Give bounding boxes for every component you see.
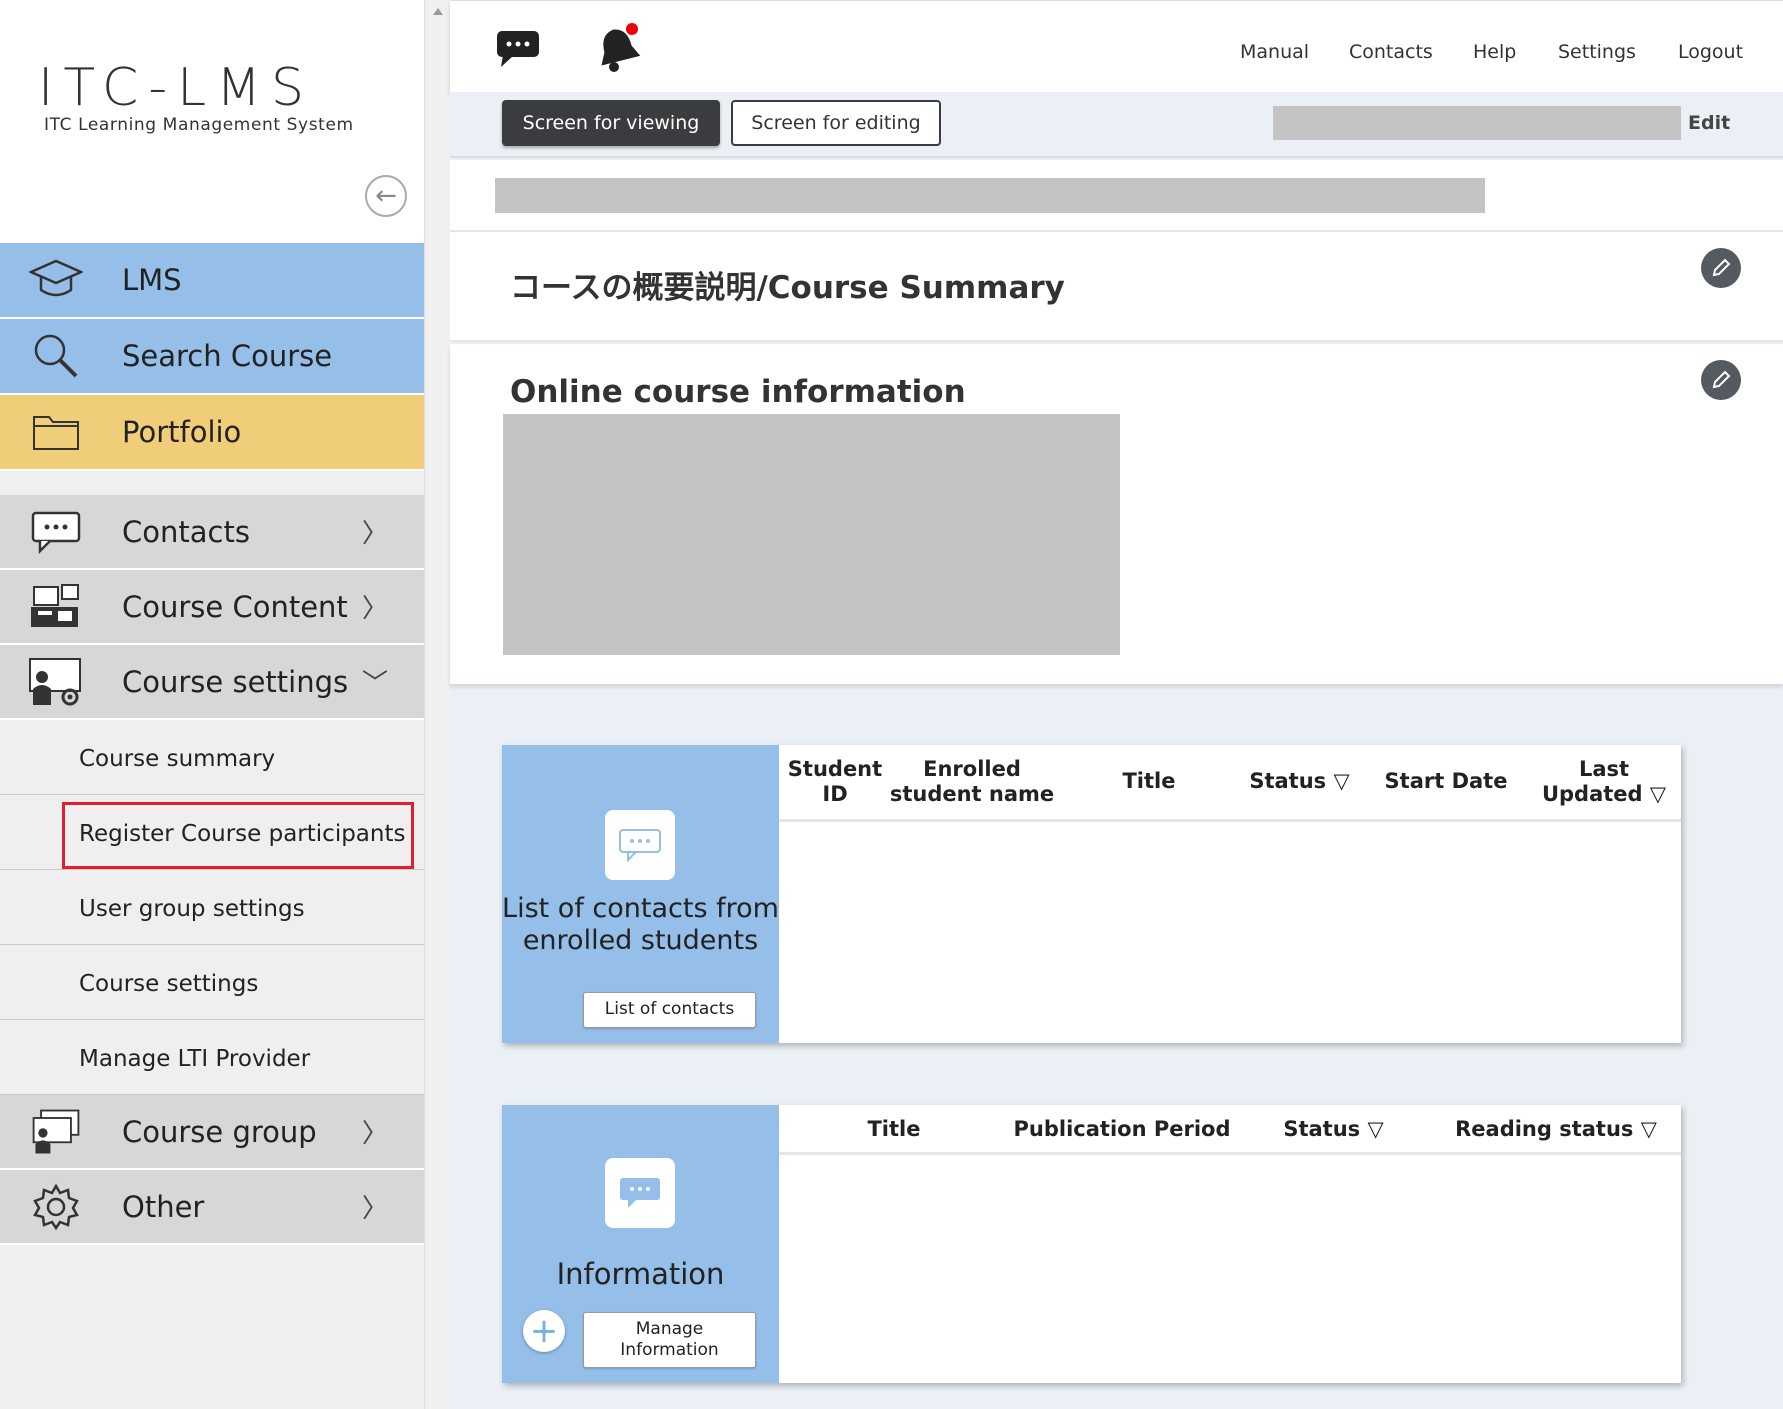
column-header[interactable]: Enrolled student name (887, 757, 1057, 807)
submenu-manage-lti-provider[interactable]: Manage LTI Provider (0, 1020, 424, 1095)
column-header[interactable]: Status ▽ (1237, 769, 1362, 794)
plus-icon: + (529, 1311, 559, 1351)
chat-icon (605, 810, 675, 880)
contacts-card-title: List of contacts from enrolled students (502, 893, 779, 957)
sidebar-item-label: LMS (122, 263, 182, 297)
edit-link[interactable]: Edit (1688, 112, 1730, 134)
screen-for-editing-button[interactable]: Screen for editing (731, 100, 941, 146)
add-information-button[interactable]: + (523, 1310, 565, 1352)
magnifier-icon (28, 331, 84, 381)
mode-bar: Screen for viewing Screen for editing Ed… (450, 92, 1783, 158)
message-icon[interactable] (495, 29, 541, 73)
logo-area: ITC-LMS ITC Learning Management System ← (0, 0, 424, 243)
column-header[interactable]: Student ID (785, 757, 885, 807)
top-link-contacts[interactable]: Contacts (1349, 41, 1433, 63)
chevron-right-icon: 〉 (361, 1119, 388, 1149)
redacted-course-info (1273, 106, 1681, 140)
redacted-course-title (495, 178, 1485, 213)
online-info-heading: Online course information (510, 374, 966, 410)
manage-information-button[interactable]: Manage Information (583, 1312, 756, 1368)
submenu-course-summary[interactable]: Course summary (0, 720, 424, 795)
column-header[interactable]: Last Updated ▽ (1537, 757, 1671, 807)
main-content: Manual Contacts Help Settings Logout Scr… (450, 0, 1783, 1409)
submenu-label: User group settings (79, 896, 305, 922)
chevron-right-icon: 〉 (361, 519, 388, 549)
chevron-down-icon: ﹀ (361, 669, 388, 699)
information-table-header: Title Publication Period Status ▽ Readin… (779, 1105, 1681, 1155)
arrow-left-icon: ← (375, 181, 397, 211)
sidebar-item-portfolio[interactable]: Portfolio (0, 395, 424, 471)
folder-icon (28, 407, 84, 457)
sidebar-item-search-course[interactable]: Search Course (0, 319, 424, 395)
information-card-sidebar: Information + Manage Information (502, 1105, 779, 1383)
sidebar-item-label: Course group (122, 1114, 317, 1149)
chat-icon (605, 1158, 675, 1228)
sidebar-item-course-content[interactable]: Course Content 〉 (0, 570, 424, 645)
sidebar-item-lms[interactable]: LMS (0, 243, 424, 319)
course-summary-panel: コースの概要説明/Course Summary (450, 232, 1783, 342)
pencil-icon (1712, 258, 1731, 277)
submenu-label: Course summary (79, 746, 276, 772)
information-card: Information + Manage Information Title P… (502, 1105, 1681, 1383)
logo-title: ITC-LMS (38, 58, 314, 118)
sidebar: ITC-LMS ITC Learning Management System ←… (0, 0, 424, 1409)
column-header[interactable]: Status ▽ (1271, 1117, 1396, 1142)
redacted-online-info (503, 414, 1120, 655)
scroll-up-arrow-icon[interactable] (433, 8, 443, 15)
chevron-right-icon: 〉 (361, 594, 388, 624)
edit-online-info-button[interactable] (1701, 360, 1741, 400)
online-info-panel: Online course information (450, 344, 1783, 684)
contacts-table-header: Student ID Enrolled student name Title S… (779, 745, 1681, 822)
course-group-icon (28, 1107, 84, 1157)
submenu-label: Register Course participants (79, 821, 406, 847)
top-link-help[interactable]: Help (1473, 41, 1516, 63)
graduation-cap-icon (28, 255, 84, 305)
contacts-card: List of contacts from enrolled students … (502, 745, 1681, 1043)
column-header[interactable]: Title (839, 1117, 949, 1142)
column-header[interactable]: Reading status ▽ (1441, 1117, 1671, 1142)
sidebar-item-contacts[interactable]: Contacts 〉 (0, 495, 424, 570)
top-link-manual[interactable]: Manual (1240, 41, 1309, 63)
logo-subtitle: ITC Learning Management System (44, 115, 354, 135)
submenu-user-group-settings[interactable]: User group settings (0, 870, 424, 945)
column-header[interactable]: Publication Period (997, 1117, 1247, 1142)
teacher-settings-icon (28, 657, 84, 707)
top-link-settings[interactable]: Settings (1558, 41, 1636, 63)
top-bar: Manual Contacts Help Settings Logout (450, 0, 1783, 92)
sidebar-scrollbar[interactable] (424, 0, 450, 1409)
submenu-label: Course settings (79, 971, 259, 997)
course-summary-heading: コースの概要説明/Course Summary (510, 270, 1065, 306)
sidebar-item-course-group[interactable]: Course group 〉 (0, 1095, 424, 1170)
sidebar-item-label: Course Content (122, 589, 348, 624)
information-card-title: Information (556, 1257, 725, 1291)
list-of-contacts-button[interactable]: List of contacts (583, 992, 756, 1028)
submenu-course-settings[interactable]: Course settings (0, 945, 424, 1020)
top-link-logout[interactable]: Logout (1678, 41, 1743, 63)
screen-for-viewing-button[interactable]: Screen for viewing (502, 100, 720, 146)
gear-icon (28, 1182, 84, 1232)
course-content-icon (28, 582, 84, 632)
sidebar-item-label: Portfolio (122, 415, 242, 449)
sidebar-item-other[interactable]: Other 〉 (0, 1170, 424, 1245)
course-title-panel (450, 160, 1783, 232)
chevron-right-icon: 〉 (361, 1194, 388, 1224)
sidebar-item-label: Search Course (122, 339, 333, 373)
pencil-icon (1712, 370, 1731, 389)
submenu-register-course-participants[interactable]: Register Course participants (0, 795, 424, 870)
contacts-card-sidebar: List of contacts from enrolled students … (502, 745, 779, 1043)
sidebar-item-label: Contacts (122, 514, 250, 549)
sidebar-item-course-settings[interactable]: Course settings ﹀ (0, 645, 424, 720)
edit-summary-button[interactable] (1701, 248, 1741, 288)
sidebar-item-label: Course settings (122, 664, 349, 699)
notification-bell-icon[interactable] (590, 21, 646, 77)
submenu-label: Manage LTI Provider (79, 1046, 311, 1072)
collapse-sidebar-button[interactable]: ← (365, 175, 407, 217)
column-header[interactable]: Start Date (1381, 769, 1511, 794)
sidebar-item-label: Other (122, 1189, 205, 1224)
chat-icon (28, 507, 84, 557)
column-header[interactable]: Title (1109, 769, 1189, 794)
